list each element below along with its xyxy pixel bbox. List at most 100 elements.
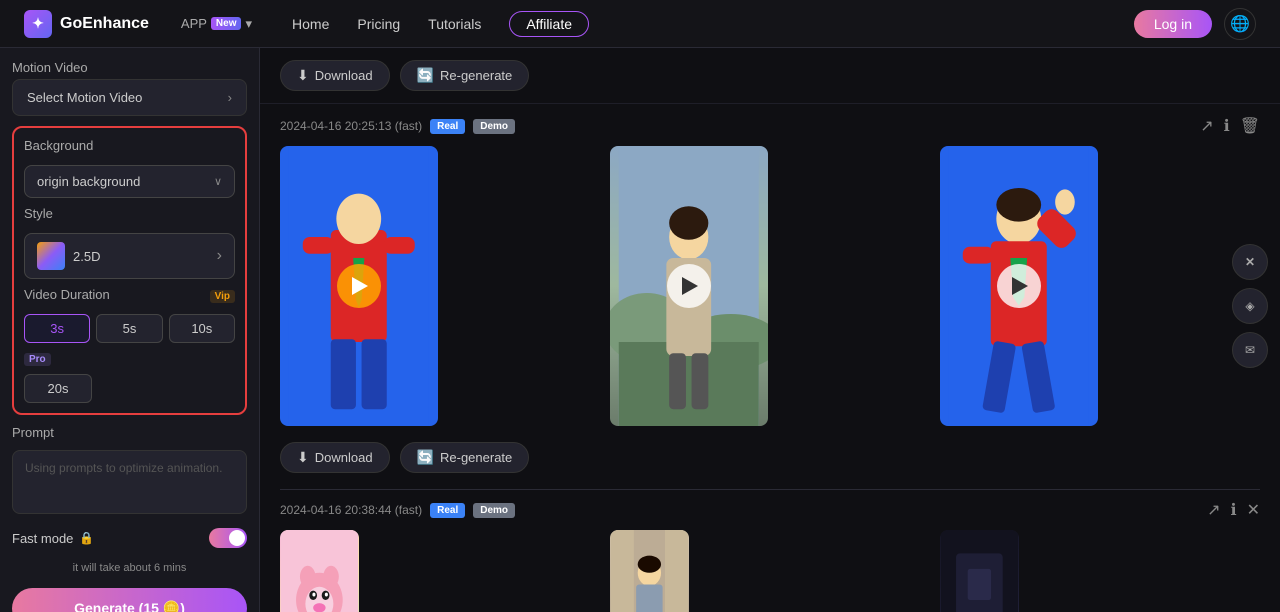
style-name: 2.5D [73, 249, 100, 264]
fast-mode-row: Fast mode 🔒 [12, 524, 247, 552]
background-chevron-icon: ∨ [214, 175, 222, 188]
prompt-input[interactable] [12, 450, 247, 514]
content-area: ⬇ Download 🔄 Re-generate 2024-04-16 20:2… [260, 48, 1280, 612]
fast-mode-label: Fast mode [12, 531, 73, 546]
style-select[interactable]: 2.5D › [24, 233, 235, 279]
video-card-5[interactable] [610, 530, 689, 612]
time-estimate: it will take about 6 mins [12, 562, 247, 574]
share-icon-2[interactable]: ↗ [1207, 500, 1220, 520]
duration-5s[interactable]: 5s [96, 314, 162, 343]
gallery-meta-1: 2024-04-16 20:25:13 (fast) Real Demo [280, 119, 515, 134]
fast-mode-toggle[interactable] [209, 528, 247, 548]
video-grid-1 [280, 146, 1260, 426]
email-icon: ✉ [1245, 343, 1255, 357]
regenerate-icon: 🔄 [417, 67, 434, 84]
logo: ✦ GoEnhance [24, 10, 149, 38]
top-download-button[interactable]: ⬇ Download [280, 60, 390, 91]
main-layout: Motion Video Select Motion Video › Backg… [0, 48, 1280, 612]
background-section: Background origin background ∨ Style 2.5… [12, 126, 247, 415]
info-icon-2[interactable]: ℹ [1231, 500, 1237, 520]
globe-icon: 🌐 [1230, 14, 1250, 34]
generate-button[interactable]: Generate (15 🪙) [12, 588, 247, 612]
sidebar: Motion Video Select Motion Video › Backg… [0, 48, 260, 612]
background-value: origin background [37, 174, 140, 189]
video-grid-2 [280, 530, 1260, 612]
app-chevron-icon: ▾ [245, 16, 252, 32]
style-item-left: 2.5D [37, 242, 100, 270]
fast-mode-left: Fast mode 🔒 [12, 531, 94, 546]
app-label: APP [181, 16, 207, 31]
background-label: Background [24, 138, 235, 153]
video-duration-label: Video Duration [24, 287, 110, 302]
gallery-timestamp-1: 2024-04-16 20:25:13 (fast) [280, 119, 422, 133]
select-motion-chevron-icon: › [228, 90, 232, 105]
regenerate-label-1: Re-generate [440, 450, 512, 465]
play-triangle-1 [352, 277, 368, 295]
language-button[interactable]: 🌐 [1224, 8, 1256, 40]
gallery-header-2: 2024-04-16 20:38:44 (fast) Real Demo ↗ ℹ… [280, 490, 1260, 520]
login-button[interactable]: Log in [1134, 10, 1212, 38]
gallery-action-bar-1: ⬇ Download 🔄 Re-generate [280, 436, 1260, 485]
email-button[interactable]: ✉ [1232, 332, 1268, 368]
logo-text: GoEnhance [60, 15, 149, 33]
gallery-timestamp-2: 2024-04-16 20:38:44 (fast) [280, 503, 422, 517]
select-motion-video-text: Select Motion Video [27, 90, 142, 105]
lock-icon: 🔒 [79, 531, 94, 545]
download-icon-1: ⬇ [297, 449, 309, 466]
download-label-1: Download [315, 450, 373, 465]
x-icon: ✕ [1245, 255, 1255, 269]
regenerate-button-1[interactable]: 🔄 Re-generate [400, 442, 530, 473]
gallery-header-1: 2024-04-16 20:25:13 (fast) Real Demo ↗ ℹ… [280, 116, 1260, 136]
style-label: Style [24, 206, 235, 221]
video-card-3[interactable] [940, 146, 1098, 426]
nav-pricing[interactable]: Pricing [357, 16, 400, 32]
play-button-3[interactable] [997, 264, 1041, 308]
close-icon-2[interactable]: ✕ [1247, 500, 1260, 520]
gallery-meta-2: 2024-04-16 20:38:44 (fast) Real Demo [280, 503, 515, 518]
prompt-section: Prompt [12, 425, 247, 514]
gallery-row-1: 2024-04-16 20:25:13 (fast) Real Demo ↗ ℹ… [260, 104, 1280, 489]
gallery-actions-1: ↗ ℹ 🗑 [1200, 116, 1260, 136]
video-card-2[interactable] [610, 146, 768, 426]
header-right: Log in 🌐 [1134, 8, 1256, 40]
tag-real-2: Real [430, 503, 465, 518]
motion-video-section: Motion Video Select Motion Video › [12, 60, 247, 116]
regen-icon-1: 🔄 [417, 449, 434, 466]
top-regenerate-label: Re-generate [440, 68, 512, 83]
logo-icon: ✦ [24, 10, 52, 38]
nav-tutorials[interactable]: Tutorials [428, 16, 481, 32]
play-button-2[interactable] [667, 264, 711, 308]
video-card-4[interactable] [280, 530, 359, 612]
duration-20s[interactable]: 20s [24, 374, 92, 403]
nav: Home Pricing Tutorials Affiliate [292, 11, 589, 37]
top-action-bar: ⬇ Download 🔄 Re-generate [260, 48, 1280, 104]
select-motion-video-button[interactable]: Select Motion Video › [12, 79, 247, 116]
vip-badge: Vip [210, 290, 235, 303]
play-button-1[interactable] [337, 264, 381, 308]
download-button-1[interactable]: ⬇ Download [280, 442, 390, 473]
nav-affiliate[interactable]: Affiliate [509, 11, 589, 37]
tag-real-1: Real [430, 119, 465, 134]
x-social-button[interactable]: ✕ [1232, 244, 1268, 280]
video-card-6[interactable] [940, 530, 1019, 612]
video-card-1[interactable] [280, 146, 438, 426]
duration-10s[interactable]: 10s [169, 314, 235, 343]
top-regenerate-button[interactable]: 🔄 Re-generate [400, 60, 530, 91]
nav-home[interactable]: Home [292, 16, 329, 32]
duration-label-row: Video Duration Vip [24, 287, 235, 306]
gallery-row-2: 2024-04-16 20:38:44 (fast) Real Demo ↗ ℹ… [260, 490, 1280, 612]
info-icon-1[interactable]: ℹ [1224, 116, 1230, 136]
duration-buttons: 3s 5s 10s [24, 314, 235, 343]
play-triangle-2 [682, 277, 698, 295]
right-float-buttons: ✕ ◈ ✉ [1232, 244, 1274, 368]
tag-demo-1: Demo [473, 119, 515, 134]
discord-button[interactable]: ◈ [1232, 288, 1268, 324]
style-thumbnail [37, 242, 65, 270]
background-select[interactable]: origin background ∨ [24, 165, 235, 198]
share-icon-1[interactable]: ↗ [1200, 116, 1213, 136]
prompt-label: Prompt [12, 425, 247, 440]
download-icon: ⬇ [297, 67, 309, 84]
app-menu[interactable]: APP New ▾ [181, 16, 252, 32]
delete-icon-1[interactable]: 🗑 [1240, 116, 1260, 136]
duration-3s[interactable]: 3s [24, 314, 90, 343]
